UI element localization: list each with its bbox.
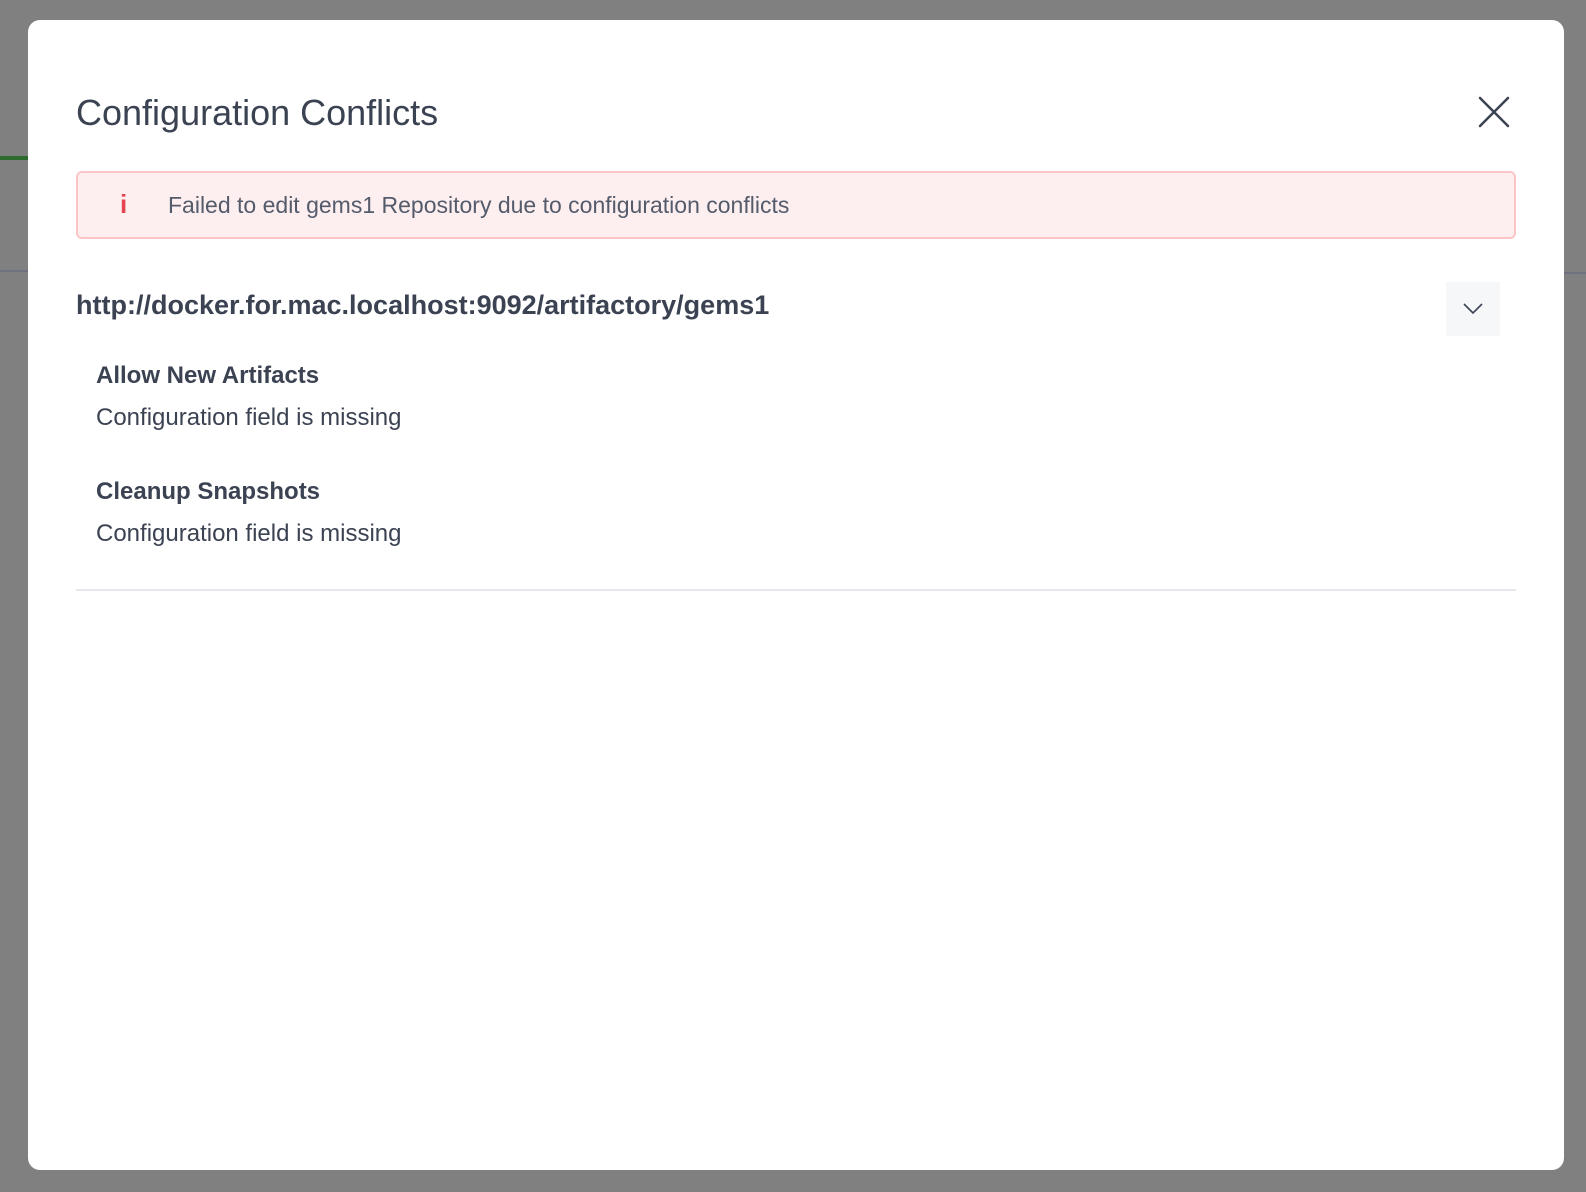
- dialog-title: Configuration Conflicts: [76, 92, 439, 133]
- configuration-conflicts-dialog: Configuration Conflicts i Failed to edit…: [28, 20, 1564, 1170]
- conflict-field: Allow New Artifacts Configuration field …: [96, 362, 401, 432]
- close-button[interactable]: [1476, 94, 1512, 130]
- field-message: Configuration field is missing: [96, 520, 402, 547]
- background-divider: [0, 270, 28, 272]
- chevron-down-icon: [1463, 303, 1483, 315]
- conflict-field: Cleanup Snapshots Configuration field is…: [96, 478, 401, 548]
- divider: [76, 589, 1516, 591]
- close-icon: [1478, 96, 1510, 128]
- background-divider: [1564, 272, 1586, 274]
- field-name: Allow New Artifacts: [96, 362, 320, 389]
- info-icon: i: [120, 189, 128, 219]
- error-alert: i Failed to edit gems1 Repository due to…: [76, 171, 1516, 239]
- field-message: Configuration field is missing: [96, 404, 402, 431]
- repository-url: http://docker.for.mac.localhost:9092/art…: [76, 290, 770, 320]
- field-name: Cleanup Snapshots: [96, 478, 321, 505]
- alert-message: Failed to edit gems1 Repository due to c…: [168, 192, 790, 218]
- background-divider: [0, 156, 28, 160]
- expand-collapse-button[interactable]: [1446, 282, 1500, 336]
